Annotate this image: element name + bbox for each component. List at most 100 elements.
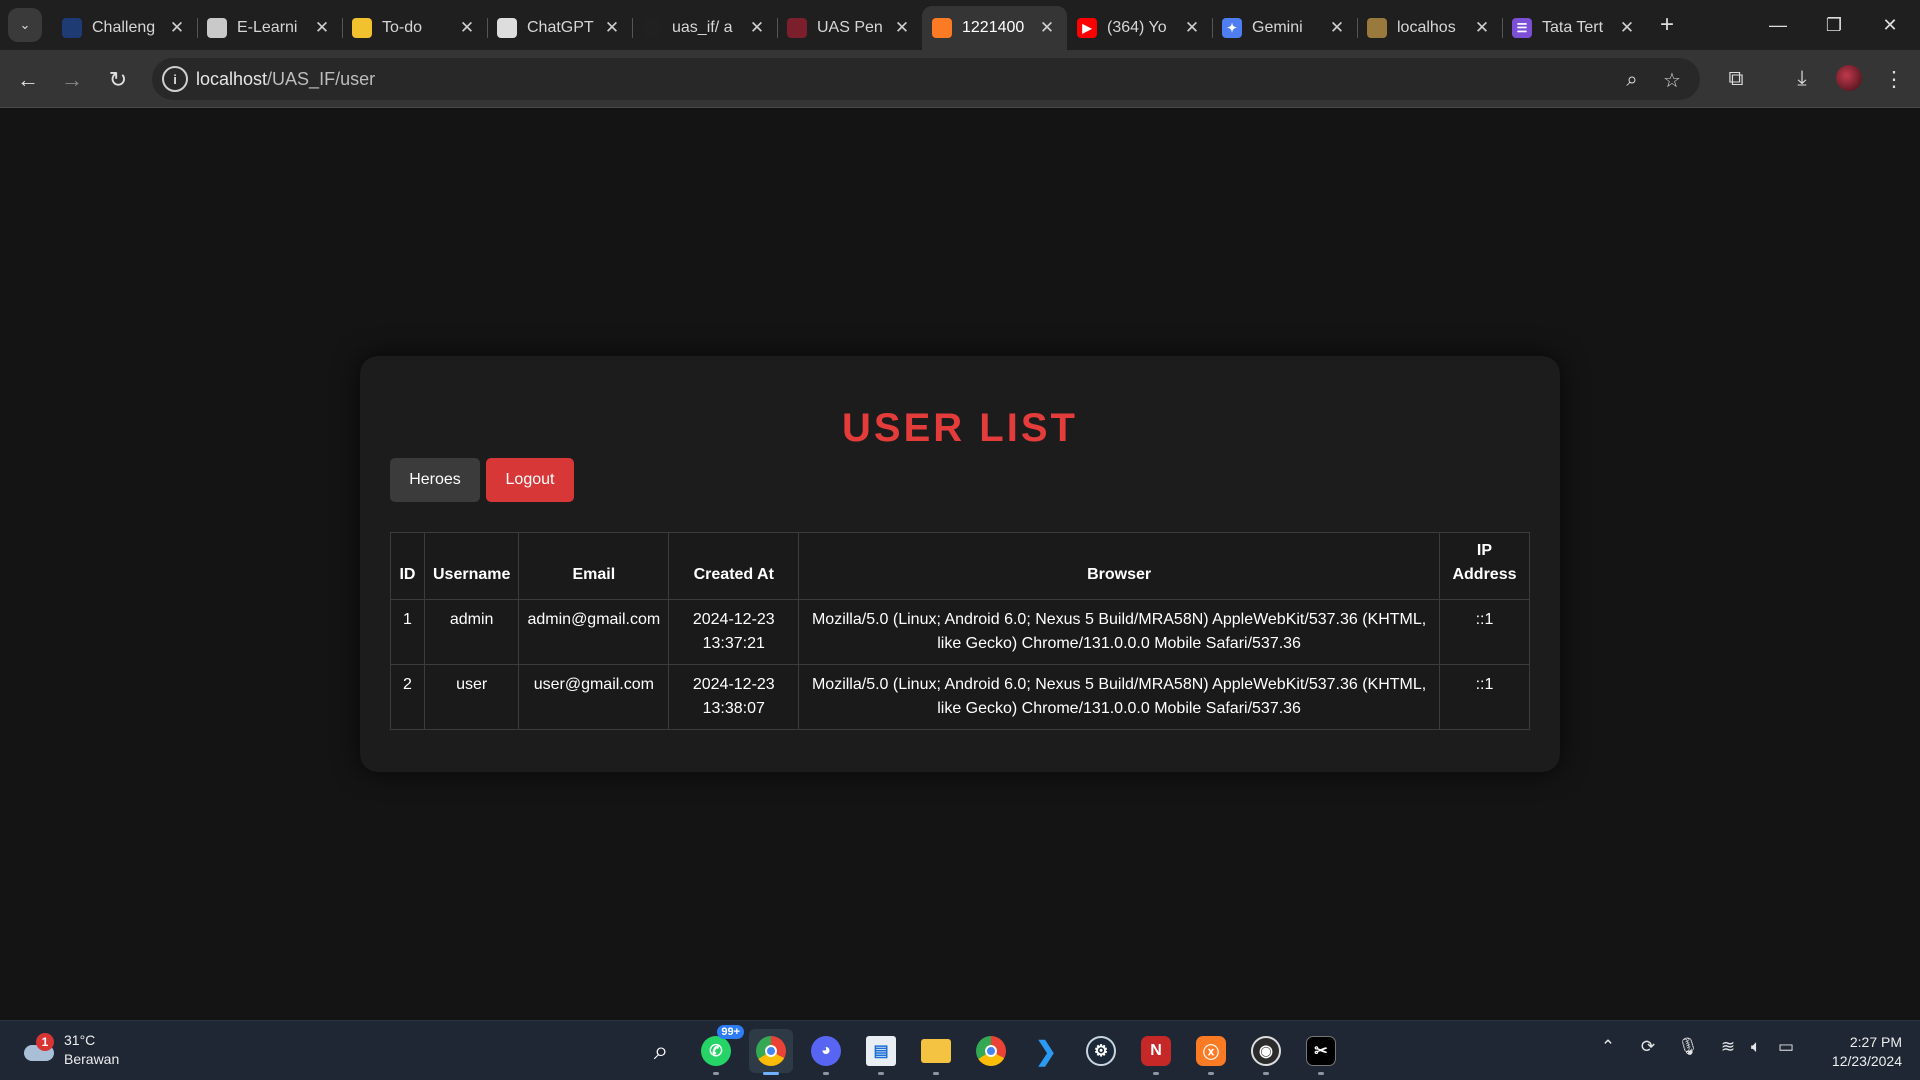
browser-tab[interactable]: ✦ Gemini ✕ bbox=[1212, 6, 1357, 50]
whatsapp-icon: ✆ bbox=[701, 1036, 731, 1066]
tab-close-icon[interactable]: ✕ bbox=[1472, 18, 1492, 38]
elearning-icon bbox=[207, 18, 227, 38]
file-explorer-taskbar-button[interactable] bbox=[914, 1029, 958, 1075]
browser-tab[interactable]: ▶ (364) Yo ✕ bbox=[1067, 6, 1212, 50]
page-title: USER LIST bbox=[842, 406, 1078, 450]
xampp-icon bbox=[932, 18, 952, 38]
restore-button[interactable]: ❐ bbox=[1806, 0, 1862, 50]
browser-tab[interactable]: E-Learni ✕ bbox=[197, 6, 342, 50]
generic-page-icon bbox=[62, 18, 82, 38]
tab-close-icon[interactable]: ✕ bbox=[747, 18, 767, 38]
browser-tab[interactable]: uas_if/ a ✕ bbox=[632, 6, 777, 50]
folder-icon bbox=[921, 1039, 951, 1063]
tab-close-icon[interactable]: ✕ bbox=[1037, 18, 1057, 38]
taskbar: 1 31°C Berawan ⌕ ✆ 99+ ◕ ▤ ❯ ⚙ N ⓧ ◉ ✂ ⌃… bbox=[0, 1020, 1920, 1080]
tab-close-icon[interactable]: ✕ bbox=[1182, 18, 1202, 38]
chrome-taskbar-button[interactable] bbox=[749, 1029, 793, 1075]
steam-taskbar-button[interactable]: ⚙ bbox=[1079, 1029, 1123, 1073]
browser-tab[interactable]: 1221400 ✕ bbox=[922, 6, 1067, 50]
url-host: localhost bbox=[196, 69, 268, 89]
youtube-icon: ▶ bbox=[1077, 18, 1097, 38]
address-bar[interactable]: i localhost/UAS_IF/user ⌕ ☆ bbox=[152, 58, 1700, 100]
localhost-icon bbox=[1367, 18, 1387, 38]
site-info-icon[interactable]: i bbox=[162, 66, 188, 92]
tab-title: UAS Pen bbox=[817, 19, 883, 36]
tab-title: Gemini bbox=[1252, 19, 1303, 36]
game-launcher-taskbar-button[interactable]: N bbox=[1134, 1029, 1178, 1075]
bookmark-star-icon[interactable]: ☆ bbox=[1658, 66, 1686, 94]
cell-email: admin@gmail.com bbox=[518, 599, 670, 665]
obs-icon: ◉ bbox=[1251, 1036, 1281, 1066]
reload-button[interactable]: ↻ bbox=[100, 62, 136, 98]
tab-title: (364) Yo bbox=[1107, 19, 1167, 36]
vscode-taskbar-button[interactable]: ❯ bbox=[1024, 1029, 1068, 1073]
weather-widget[interactable]: 1 31°C Berawan bbox=[22, 1031, 119, 1069]
chrome-alt-taskbar-button[interactable] bbox=[969, 1029, 1013, 1073]
tab-title: localhos bbox=[1397, 19, 1456, 36]
table-row: 1 admin admin@gmail.com 2024-12-23 13:37… bbox=[390, 599, 1531, 665]
start-button[interactable] bbox=[584, 1029, 628, 1073]
tab-close-icon[interactable]: ✕ bbox=[457, 18, 477, 38]
cell-browser: Mozilla/5.0 (Linux; Android 6.0; Nexus 5… bbox=[798, 599, 1440, 665]
tab-close-icon[interactable]: ✕ bbox=[602, 18, 622, 38]
tab-close-icon[interactable]: ✕ bbox=[892, 18, 912, 38]
tab-close-icon[interactable]: ✕ bbox=[1617, 18, 1637, 38]
url-text[interactable]: localhost/UAS_IF/user bbox=[196, 69, 375, 90]
github-icon bbox=[642, 18, 662, 38]
cell-ip: ::1 bbox=[1438, 599, 1531, 665]
heroes-button[interactable]: Heroes bbox=[390, 458, 480, 502]
search-taskbar-button[interactable]: ⌕ bbox=[639, 1029, 683, 1073]
cell-created-at: 2024-12-23 13:37:21 bbox=[668, 599, 800, 665]
tab-list: Challeng ✕ E-Learni ✕ To-do ✕ ChatGPT ✕ uas_if/ … bbox=[52, 6, 1647, 50]
browser-tab[interactable]: ☰ Tata Tert ✕ bbox=[1502, 6, 1647, 50]
column-header-email: Email bbox=[518, 532, 670, 600]
profile-avatar[interactable] bbox=[1836, 65, 1862, 91]
whatsapp-taskbar-button[interactable]: ✆ 99+ bbox=[694, 1025, 744, 1075]
browser-tab[interactable]: To-do ✕ bbox=[342, 6, 487, 50]
battery-icon[interactable]: ▭ bbox=[1772, 1037, 1800, 1057]
capcut-taskbar-button[interactable]: ✂ bbox=[1299, 1029, 1343, 1075]
column-header-username: Username bbox=[423, 532, 520, 600]
window-app-taskbar-button[interactable]: ▤ bbox=[859, 1029, 903, 1075]
forward-button[interactable]: → bbox=[54, 62, 90, 98]
microphone-icon[interactable]: 🎙︎ bbox=[1674, 1037, 1702, 1057]
browser-tab[interactable]: ChatGPT ✕ bbox=[487, 6, 632, 50]
show-hidden-icons-button[interactable]: ⌃ bbox=[1594, 1037, 1622, 1057]
browser-tab[interactable]: UAS Pen ✕ bbox=[777, 6, 922, 50]
cell-browser: Mozilla/5.0 (Linux; Android 6.0; Nexus 5… bbox=[798, 664, 1440, 730]
new-tab-button[interactable]: + bbox=[1652, 10, 1682, 40]
uas-icon bbox=[787, 18, 807, 38]
tab-close-icon[interactable]: ✕ bbox=[312, 18, 332, 38]
xampp-taskbar-button[interactable]: ⓧ bbox=[1189, 1029, 1233, 1075]
clock[interactable]: 2:27 PM 12/23/2024 bbox=[1812, 1033, 1902, 1071]
whatsapp-badge: 99+ bbox=[717, 1025, 744, 1039]
wifi-icon[interactable]: ≋ bbox=[1714, 1037, 1742, 1057]
tab-title: E-Learni bbox=[237, 19, 298, 36]
minimize-button[interactable]: — bbox=[1750, 0, 1806, 50]
browser-tab[interactable]: localhos ✕ bbox=[1357, 6, 1502, 50]
discord-taskbar-button[interactable]: ◕ bbox=[804, 1029, 848, 1075]
tab-title: ChatGPT bbox=[527, 19, 594, 36]
more-menu-icon[interactable]: ⋮ bbox=[1878, 63, 1910, 95]
tab-close-icon[interactable]: ✕ bbox=[1327, 18, 1347, 38]
discord-icon: ◕ bbox=[811, 1036, 841, 1066]
tab-close-icon[interactable]: ✕ bbox=[167, 18, 187, 38]
url-path: /UAS_IF/user bbox=[267, 69, 376, 89]
tab-title: To-do bbox=[382, 19, 423, 36]
close-window-button[interactable]: ✕ bbox=[1862, 0, 1918, 50]
obs-taskbar-button[interactable]: ◉ bbox=[1244, 1029, 1288, 1075]
back-button[interactable]: ← bbox=[10, 62, 46, 98]
zoom-icon[interactable]: ⌕ bbox=[1618, 66, 1646, 94]
cell-email: user@gmail.com bbox=[518, 664, 670, 730]
sync-icon[interactable]: ⟳ bbox=[1634, 1037, 1662, 1057]
reload-icon: ↻ bbox=[108, 67, 128, 92]
taskbar-apps: ⌕ ✆ 99+ ◕ ▤ ❯ ⚙ N ⓧ ◉ ✂ bbox=[584, 1025, 1354, 1075]
steam-icon: ⚙ bbox=[1086, 1036, 1116, 1066]
tab-title: uas_if/ a bbox=[672, 19, 733, 36]
browser-tab[interactable]: Challeng ✕ bbox=[52, 6, 197, 50]
download-icon[interactable]: ⤓ bbox=[1786, 63, 1818, 95]
volume-icon[interactable]: 🔈︎ bbox=[1742, 1037, 1770, 1057]
logout-button[interactable]: Logout bbox=[486, 458, 574, 502]
extensions-icon[interactable]: ⧉ bbox=[1720, 63, 1752, 95]
tab-search-button[interactable]: ⌄ bbox=[8, 8, 42, 42]
